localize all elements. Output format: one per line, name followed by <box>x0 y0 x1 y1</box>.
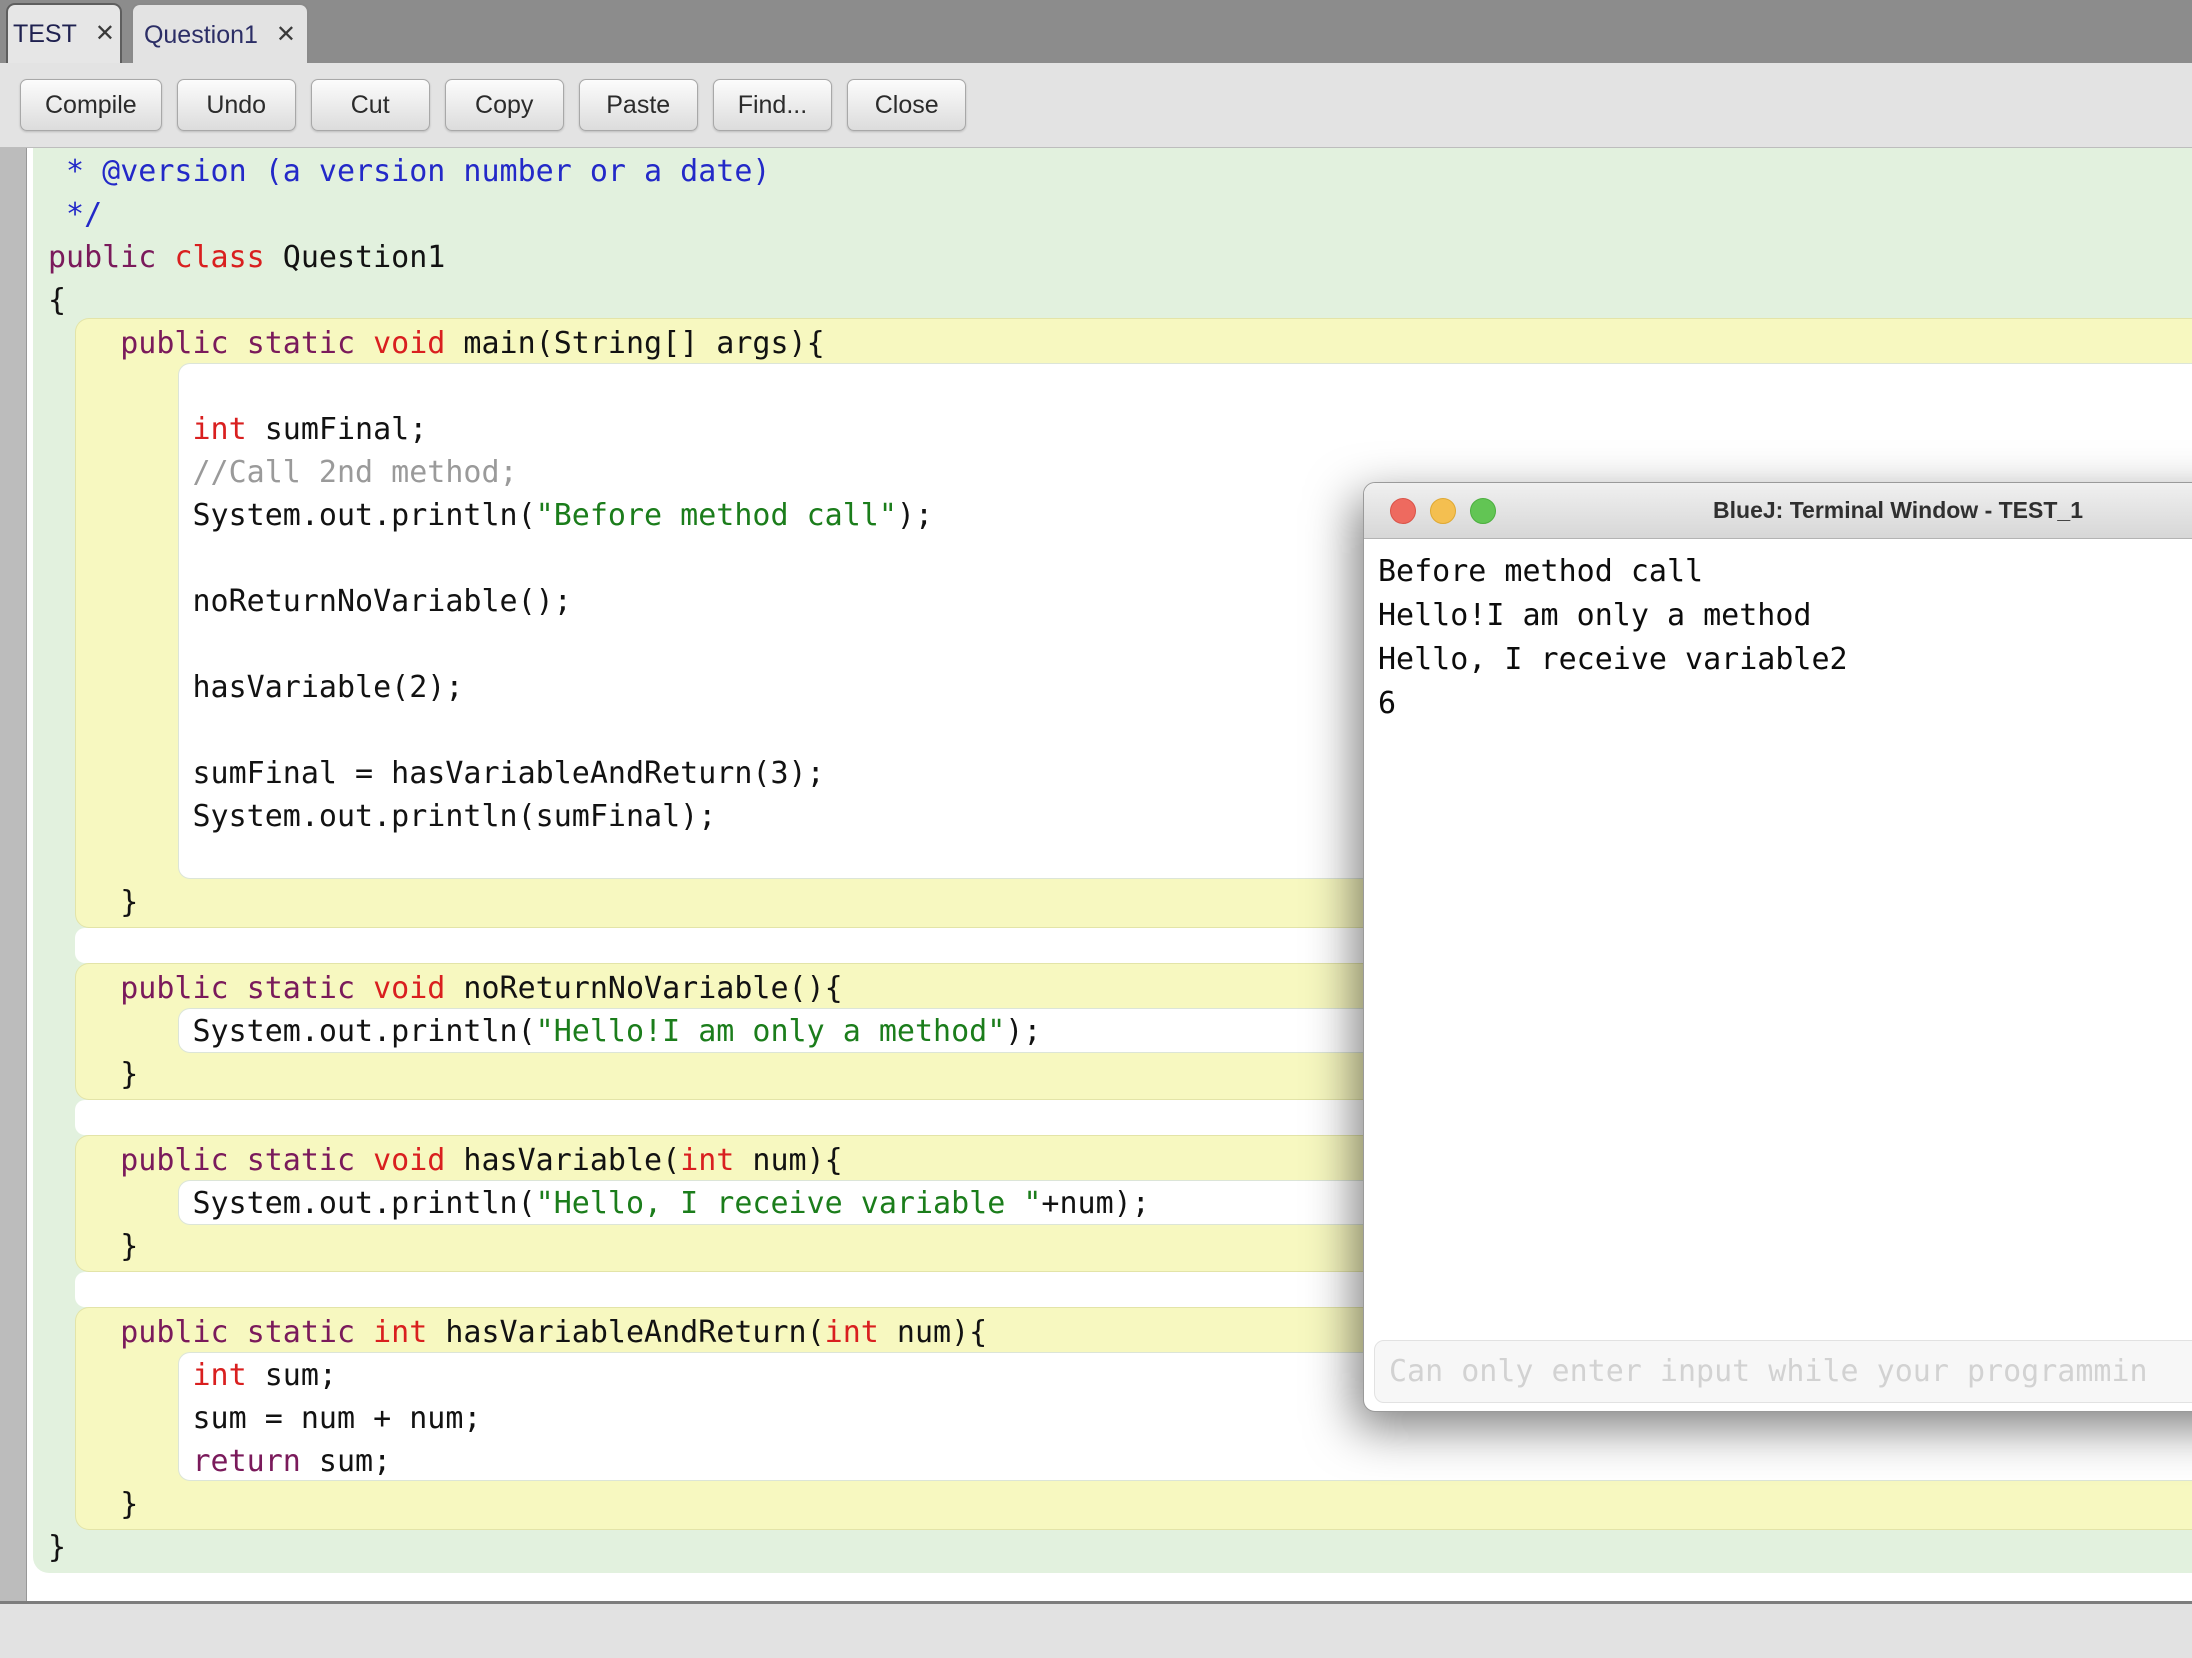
code-line: } <box>48 1526 1150 1569</box>
code-editor[interactable]: * @version (a version number or a date) … <box>48 150 1150 1569</box>
code-line: System.out.println("Hello, I receive var… <box>48 1182 1150 1225</box>
copy-button[interactable]: Copy <box>445 79 564 131</box>
terminal-output-line: Before method call <box>1378 550 2192 594</box>
compile-button[interactable]: Compile <box>20 79 162 131</box>
code-line <box>48 1268 1150 1311</box>
code-line: System.out.println("Hello!I am only a me… <box>48 1010 1150 1053</box>
code-line: public static void main(String[] args){ <box>48 322 1150 365</box>
code-line: public class Question1 <box>48 236 1150 279</box>
editor-toolbar: Compile Undo Cut Copy Paste Find... Close <box>0 63 2192 148</box>
bluej-editor-window: TEST ✕ Question1 ✕ Compile Undo Cut Copy Paste F… <box>0 0 2192 1658</box>
terminal-output-line: Hello, I receive variable2 <box>1378 638 2192 682</box>
code-line: int sumFinal; <box>48 408 1150 451</box>
tab-close-icon[interactable]: ✕ <box>276 23 296 47</box>
code-line <box>48 537 1150 580</box>
code-line <box>48 1096 1150 1139</box>
terminal-window: BlueJ: Terminal Window - TEST_1 Before m… <box>1363 482 2192 1412</box>
code-line: sumFinal = hasVariableAndReturn(3); <box>48 752 1150 795</box>
zoom-light-icon[interactable] <box>1470 498 1496 524</box>
code-line: System.out.println("Before method call")… <box>48 494 1150 537</box>
code-line: return sum; <box>48 1440 1150 1483</box>
tab-question1[interactable]: Question1 ✕ <box>131 3 309 65</box>
code-line <box>48 838 1150 881</box>
minimize-light-icon[interactable] <box>1430 498 1456 524</box>
tab-bar: TEST ✕ Question1 ✕ <box>0 0 2192 63</box>
breakpoint-gutter <box>0 148 27 1601</box>
code-line: //Call 2nd method; <box>48 451 1150 494</box>
code-line: } <box>48 1225 1150 1268</box>
code-line: { <box>48 279 1150 322</box>
paste-button[interactable]: Paste <box>579 79 698 131</box>
status-bar <box>0 1601 2192 1658</box>
find-button[interactable]: Find... <box>713 79 832 131</box>
close-light-icon[interactable] <box>1390 498 1416 524</box>
code-line: } <box>48 1483 1150 1526</box>
code-line: System.out.println(sumFinal); <box>48 795 1150 838</box>
terminal-output-line: Hello!I am only a method <box>1378 594 2192 638</box>
terminal-output-line: 6 <box>1378 682 2192 726</box>
terminal-input[interactable]: Can only enter input while your programm… <box>1374 1340 2192 1403</box>
close-button[interactable]: Close <box>847 79 966 131</box>
tab-label: TEST <box>13 20 77 49</box>
code-line: noReturnNoVariable(); <box>48 580 1150 623</box>
code-line <box>48 365 1150 408</box>
code-line: * @version (a version number or a date) <box>48 150 1150 193</box>
code-line <box>48 623 1150 666</box>
code-line: hasVariable(2); <box>48 666 1150 709</box>
undo-button[interactable]: Undo <box>177 79 296 131</box>
code-line <box>48 924 1150 967</box>
code-line: */ <box>48 193 1150 236</box>
code-line: int sum; <box>48 1354 1150 1397</box>
cut-button[interactable]: Cut <box>311 79 430 131</box>
code-line: public static void hasVariable(int num){ <box>48 1139 1150 1182</box>
code-line: } <box>48 881 1150 924</box>
tab-close-icon[interactable]: ✕ <box>95 22 115 46</box>
terminal-output: Before method callHello!I am only a meth… <box>1364 540 2192 1330</box>
tab-label: Question1 <box>144 21 258 50</box>
code-line: } <box>48 1053 1150 1096</box>
code-line: public static void noReturnNoVariable(){ <box>48 967 1150 1010</box>
terminal-titlebar[interactable]: BlueJ: Terminal Window - TEST_1 <box>1364 483 2192 539</box>
tab-test[interactable]: TEST ✕ <box>6 3 122 63</box>
code-line: public static int hasVariableAndReturn(i… <box>48 1311 1150 1354</box>
code-line: sum = num + num; <box>48 1397 1150 1440</box>
code-line <box>48 709 1150 752</box>
